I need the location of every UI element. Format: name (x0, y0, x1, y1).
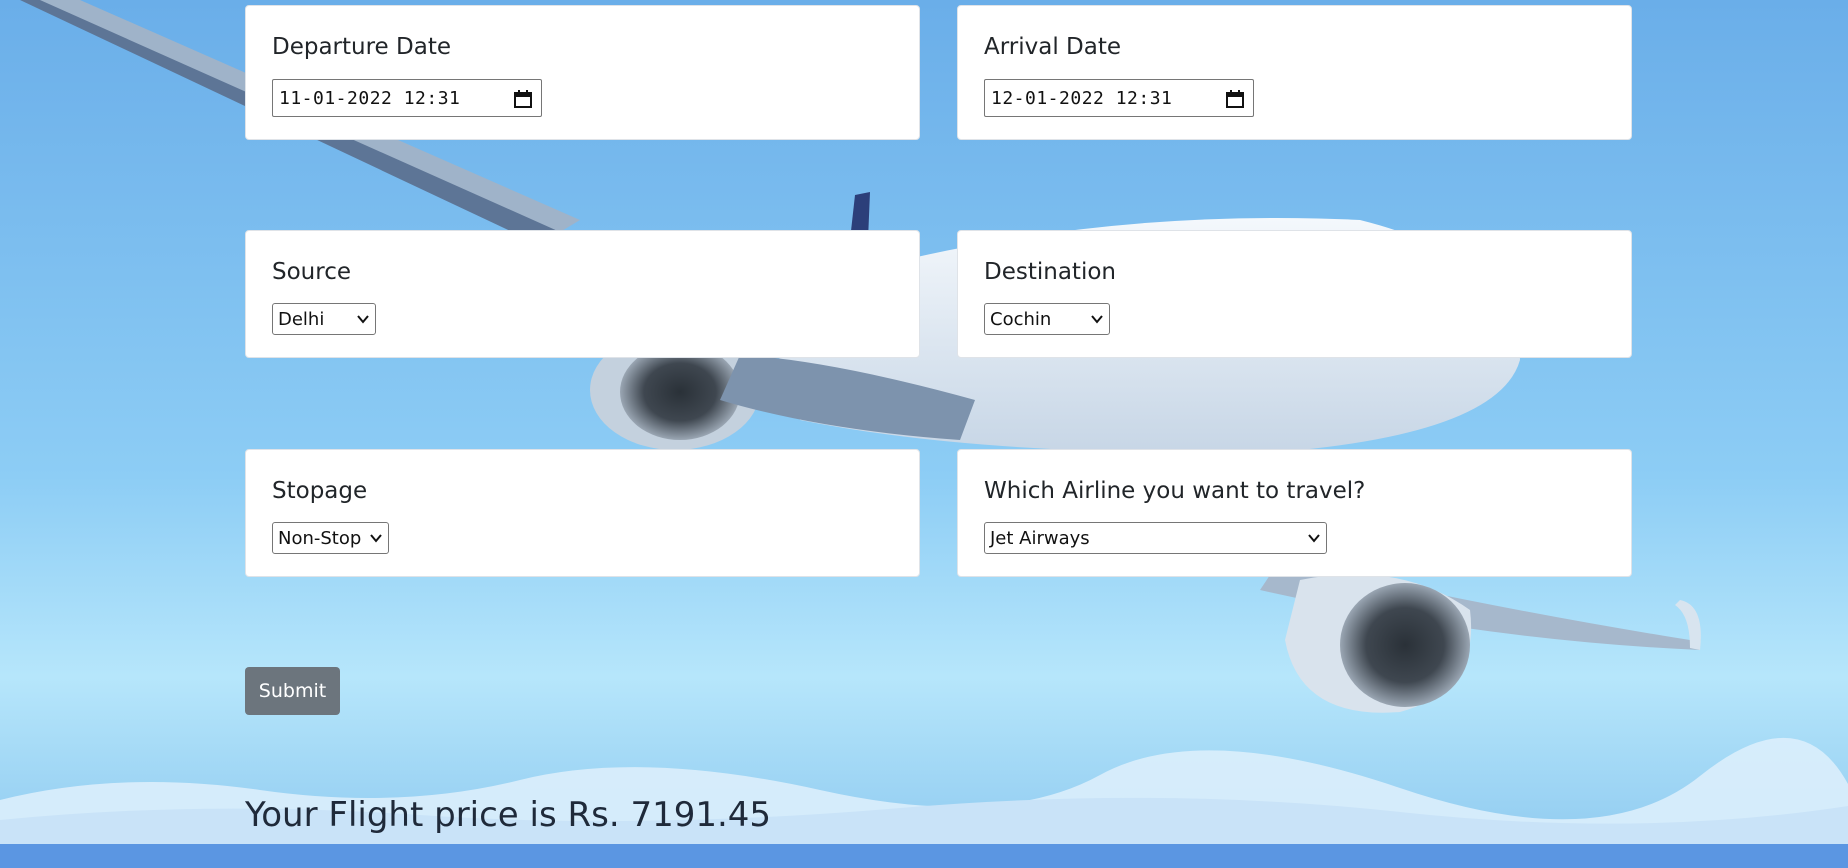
flight-price-result: Your Flight price is Rs. 7191.45 (245, 795, 772, 835)
destination-selected-value: Cochin (990, 309, 1052, 330)
destination-select[interactable]: Cochin (984, 303, 1110, 335)
departure-date-input[interactable]: 11-01-2022 12:31 (272, 79, 542, 117)
arrival-date-value: 12-01-2022 12:31 (991, 88, 1173, 109)
stopage-selected-value: Non-Stop (278, 528, 362, 549)
source-select[interactable]: Delhi (272, 303, 376, 335)
calendar-icon[interactable] (1225, 89, 1245, 109)
departure-date-card: Departure Date 11-01-2022 12:31 (245, 5, 920, 140)
airline-selected-value: Jet Airways (990, 528, 1090, 549)
arrival-date-label: Arrival Date (984, 34, 1122, 60)
source-card: Source Delhi (245, 230, 920, 358)
arrival-date-card: Arrival Date 12-01-2022 12:31 (957, 5, 1632, 140)
submit-button[interactable]: Submit (245, 667, 340, 715)
chevron-down-icon (370, 534, 382, 543)
airline-card: Which Airline you want to travel? Jet Ai… (957, 449, 1632, 577)
stopage-card: Stopage Non-Stop (245, 449, 920, 577)
destination-label: Destination (984, 259, 1116, 285)
stopage-select[interactable]: Non-Stop (272, 522, 389, 554)
destination-card: Destination Cochin (957, 230, 1632, 358)
arrival-date-input[interactable]: 12-01-2022 12:31 (984, 79, 1254, 117)
airline-select[interactable]: Jet Airways (984, 522, 1327, 554)
airline-label: Which Airline you want to travel? (984, 478, 1366, 504)
calendar-icon[interactable] (513, 89, 533, 109)
chevron-down-icon (1091, 315, 1103, 324)
chevron-down-icon (357, 315, 369, 324)
bottom-strip (0, 844, 1848, 868)
departure-date-value: 11-01-2022 12:31 (279, 88, 461, 109)
source-label: Source (272, 259, 351, 285)
source-selected-value: Delhi (278, 309, 325, 330)
departure-date-label: Departure Date (272, 34, 451, 60)
stopage-label: Stopage (272, 478, 368, 504)
chevron-down-icon (1308, 534, 1320, 543)
